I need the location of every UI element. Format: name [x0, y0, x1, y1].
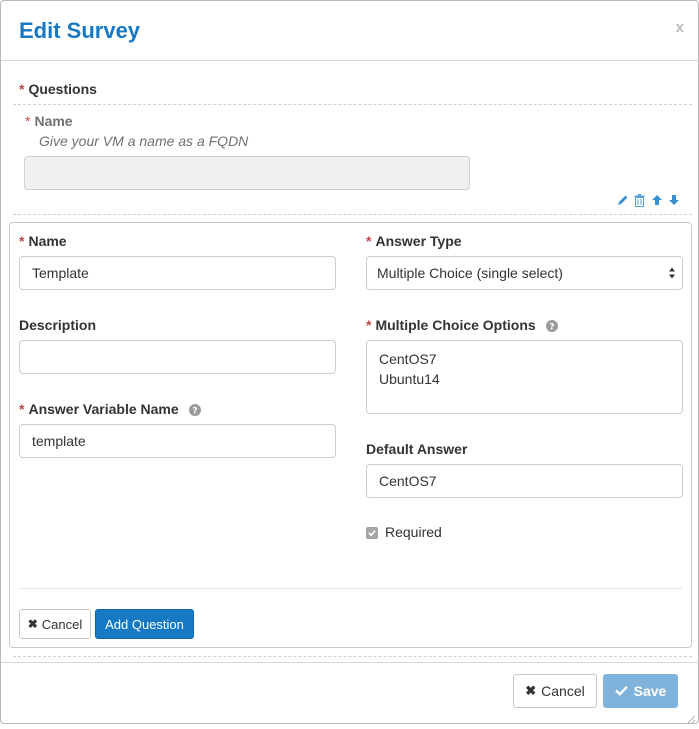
variable-name-label-text: Answer Variable Name [28, 401, 179, 417]
resize-grip-icon[interactable] [686, 711, 696, 724]
divider [19, 588, 682, 589]
questions-section-label: * Questions [19, 81, 97, 97]
choice-options-textarea[interactable]: CentOS7 Ubuntu14 [366, 340, 683, 414]
required-marker: * [19, 233, 25, 249]
required-checkbox[interactable] [366, 527, 378, 539]
name-label: * Name [19, 233, 67, 249]
close-icon: ✖ [27, 617, 38, 631]
answer-type-select[interactable]: Multiple Choice (single select) [366, 256, 683, 290]
footer-cancel-button[interactable]: ✖ Cancel [513, 674, 597, 708]
pencil-icon[interactable] [615, 193, 630, 207]
arrow-down-icon[interactable] [666, 193, 681, 207]
footer-cancel-label: Cancel [541, 683, 585, 699]
required-marker: * [25, 113, 31, 129]
select-arrows-icon [668, 266, 676, 280]
add-question-button[interactable]: Add Question [95, 609, 194, 639]
preview-name-text: Name [34, 113, 73, 129]
default-answer-label: Default Answer [366, 441, 468, 457]
question-actions [615, 193, 681, 207]
divider [13, 214, 692, 215]
preview-name-label: * Name [25, 113, 73, 129]
edit-survey-modal: Edit Survey x * Questions * Name Give your… [0, 0, 699, 724]
form-cancel-label: Cancel [41, 616, 83, 632]
svg-text:?: ? [192, 407, 197, 417]
divider [13, 104, 692, 105]
trash-icon[interactable] [632, 193, 647, 207]
required-marker: * [366, 233, 372, 249]
questions-label-text: Questions [28, 81, 97, 97]
required-marker: * [19, 401, 25, 417]
question-form: *Name Description *Answer Variable Name … [9, 222, 692, 648]
modal-title: Edit Survey [19, 18, 141, 43]
divider [13, 656, 692, 657]
svg-text:?: ? [549, 323, 554, 333]
footer-divider [1, 662, 698, 663]
answer-type-label-text: Answer Type [375, 233, 462, 249]
variable-name-input[interactable] [19, 424, 336, 458]
choice-option: Ubuntu14 [379, 371, 440, 387]
choice-options-label: * Multiple Choice Options [366, 317, 536, 333]
name-label-text: Name [28, 233, 67, 249]
answer-type-value: Multiple Choice (single select) [377, 265, 563, 281]
form-cancel-button[interactable]: ✖ Cancel [19, 609, 91, 639]
check-icon [614, 683, 628, 699]
description-input[interactable] [19, 340, 336, 374]
answer-type-label: * Answer Type [366, 233, 462, 249]
arrow-up-icon[interactable] [649, 193, 664, 207]
variable-name-label: * Answer Variable Name [19, 401, 179, 417]
required-label: Required [385, 524, 442, 540]
name-input[interactable] [19, 256, 336, 290]
save-label: Save [633, 683, 667, 699]
required-marker: * [19, 81, 25, 97]
choice-option: CentOS7 [379, 351, 437, 367]
modal-header: Edit Survey x [1, 1, 698, 61]
default-answer-input[interactable] [366, 464, 683, 498]
preview-name-hint: Give your VM a name as a FQDN [39, 133, 249, 149]
question-circle-icon[interactable]: ? [546, 319, 558, 333]
preview-name-input [24, 156, 470, 190]
required-marker: * [366, 317, 372, 333]
close-icon[interactable]: x [676, 19, 684, 36]
choice-options-label-text: Multiple Choice Options [375, 317, 536, 333]
description-label: Description [19, 317, 97, 333]
close-icon: ✖ [525, 683, 537, 698]
save-button[interactable]: Save [603, 674, 678, 708]
question-circle-icon[interactable]: ? [189, 403, 201, 417]
